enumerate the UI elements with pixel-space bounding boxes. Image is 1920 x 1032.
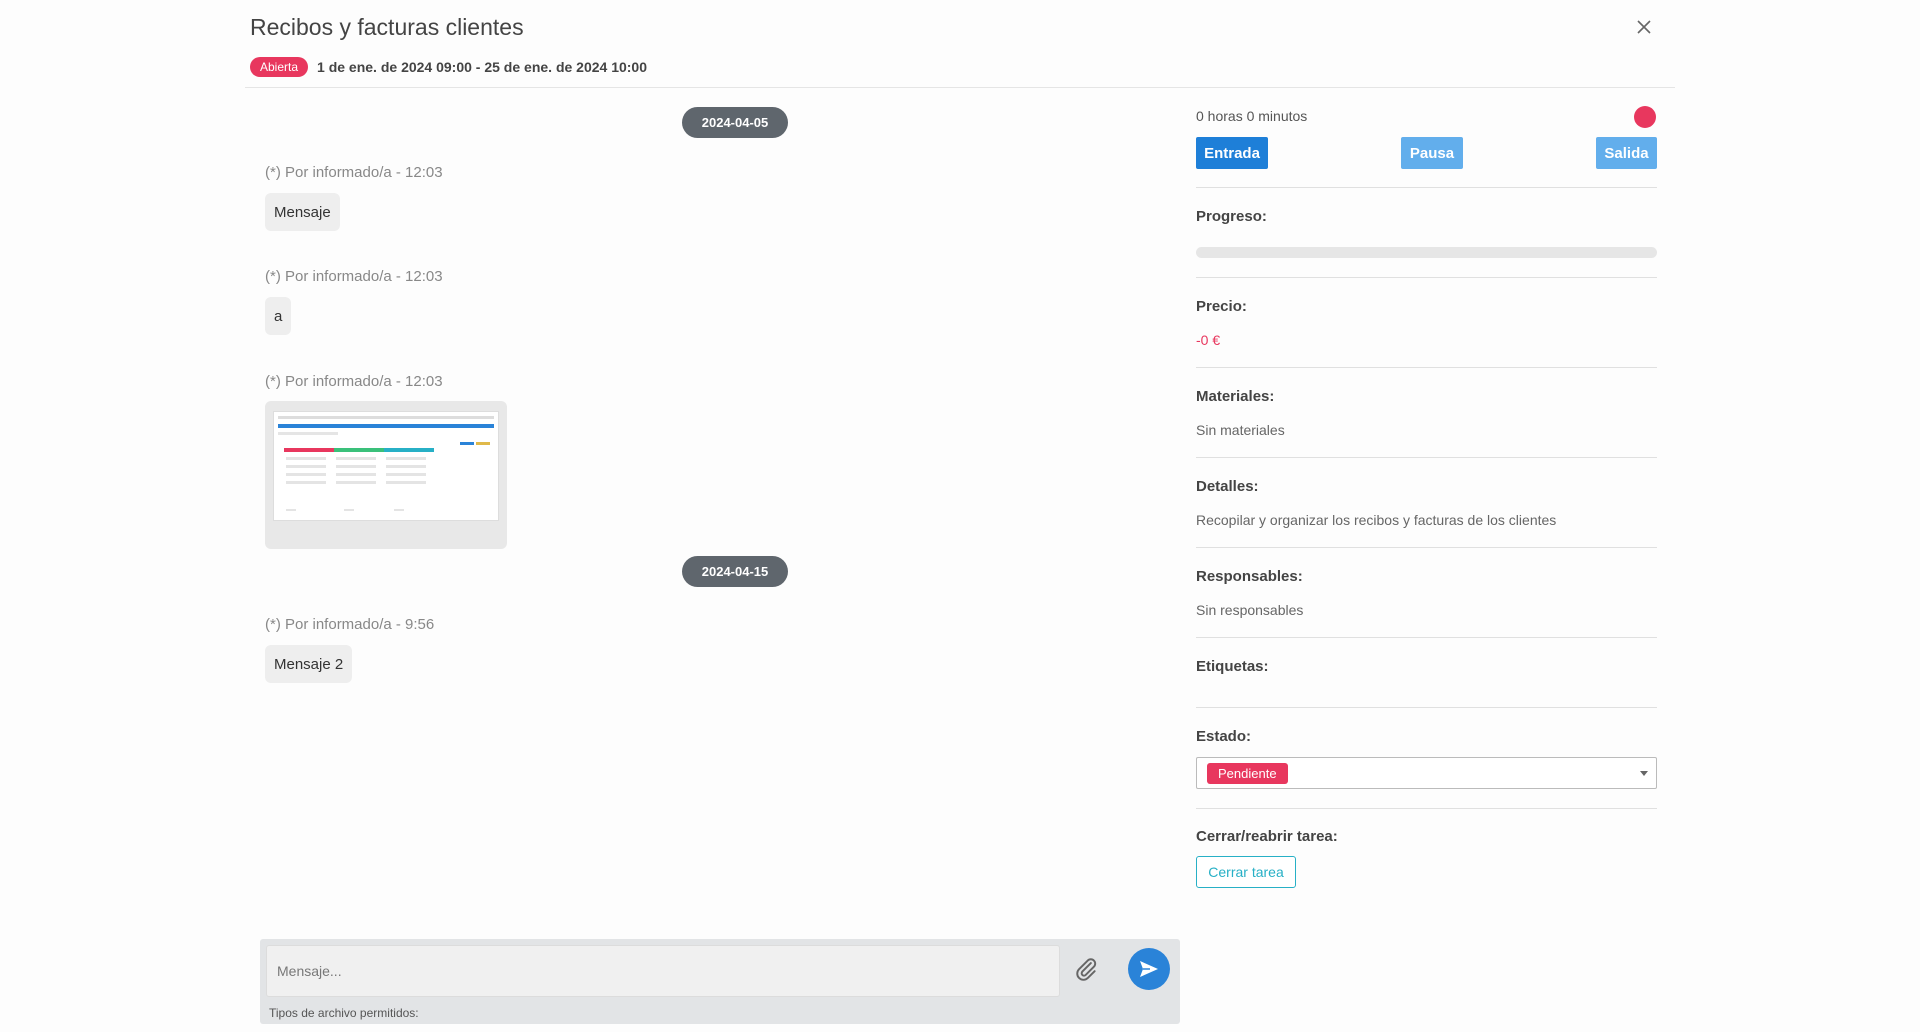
task-subheader: Abierta 1 de ene. de 2024 09:00 - 25 de … (250, 57, 647, 77)
close-reopen-label: Cerrar/reabrir tarea: (1196, 828, 1338, 845)
divider (1196, 637, 1657, 638)
state-badge: Pendiente (1207, 763, 1288, 784)
divider (1196, 808, 1657, 809)
message-meta: (*) Por informado/a - 12:03 (265, 164, 443, 181)
message-bubble: Mensaje (265, 193, 340, 231)
materials-label: Materiales: (1196, 388, 1275, 405)
state-label: Estado: (1196, 728, 1252, 745)
details-value: Recopilar y organizar los recibos y fact… (1196, 512, 1557, 528)
message-meta: (*) Por informado/a - 12:03 (265, 373, 443, 390)
date-separator: 2024-04-05 (682, 107, 788, 138)
image-thumbnail (273, 411, 499, 521)
close-task-button[interactable]: Cerrar tarea (1196, 856, 1296, 888)
divider (1196, 457, 1657, 458)
divider (1196, 277, 1657, 278)
price-value: -0 € (1196, 332, 1221, 348)
divider (1196, 187, 1657, 188)
status-badge: Abierta (250, 57, 309, 77)
materials-value: Sin materiales (1196, 422, 1285, 438)
message-bubble: a (265, 297, 292, 335)
date-separator: 2024-04-15 (682, 556, 788, 587)
progress-bar (1196, 247, 1657, 258)
pause-button[interactable]: Pausa (1401, 137, 1463, 169)
message-composer: Tipos de archivo permitidos: (260, 939, 1180, 1024)
divider (1196, 547, 1657, 548)
divider (1196, 367, 1657, 368)
header-divider (245, 87, 1675, 88)
date-range: 1 de ene. de 2024 09:00 - 25 de ene. de … (317, 59, 648, 75)
record-dot-icon (1634, 106, 1656, 128)
state-select[interactable]: Pendiente (1196, 757, 1657, 789)
send-button[interactable] (1128, 948, 1170, 990)
divider (1196, 707, 1657, 708)
exit-button[interactable]: Salida (1596, 137, 1657, 169)
progress-label: Progreso: (1196, 208, 1267, 225)
details-label: Detalles: (1196, 478, 1259, 495)
responsibles-value: Sin responsables (1196, 602, 1304, 618)
close-icon[interactable] (1635, 18, 1653, 36)
paperclip-icon[interactable] (1073, 956, 1099, 982)
image-attachment[interactable] (265, 401, 507, 549)
message-bubble: Mensaje 2 (265, 645, 353, 683)
send-icon (1140, 961, 1158, 977)
time-tracker: 0 horas 0 minutos (1196, 108, 1308, 124)
responsibles-label: Responsables: (1196, 568, 1303, 585)
page-title: Recibos y facturas clientes (250, 14, 524, 40)
file-types-label: Tipos de archivo permitidos: (269, 1006, 419, 1020)
message-meta: (*) Por informado/a - 9:56 (265, 616, 435, 633)
message-meta: (*) Por informado/a - 12:03 (265, 268, 443, 285)
message-input[interactable] (266, 945, 1060, 997)
chevron-down-icon (1640, 771, 1648, 776)
entry-button[interactable]: Entrada (1196, 137, 1268, 169)
tags-label: Etiquetas: (1196, 658, 1269, 675)
task-modal: Recibos y facturas clientes Abierta 1 de… (245, 0, 1675, 1032)
price-label: Precio: (1196, 298, 1247, 315)
